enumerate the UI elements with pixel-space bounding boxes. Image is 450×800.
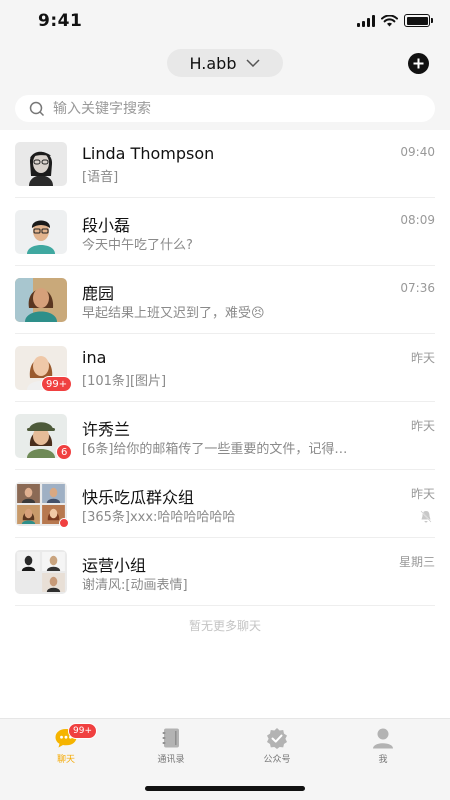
group-avatar-grid [15,550,67,594]
group-avatar [15,482,69,528]
member-photo [42,573,65,592]
verified-badge-icon [267,728,287,749]
tab-label: 我 [378,755,388,765]
list-end-text: 暂无更多聊天 [188,619,261,633]
member-photo [17,552,40,571]
chat-name: ina [82,348,107,367]
contacts-book-icon [162,728,179,748]
chat-time: 昨天 [410,419,435,433]
person-icon [373,728,393,749]
chat-item[interactable]: 99+ ina [101条][图片] 昨天 [0,334,450,402]
avatar [15,210,67,254]
chat-name: 鹿园 [82,284,115,303]
avatar [15,142,67,186]
battery-icon [404,14,433,27]
chat-preview: 早起结果上班又迟到了，难受😣 [82,306,265,321]
avatar [15,278,67,322]
chat-preview: [6条]给你的邮箱传了一些重要的文件，记得… [82,442,348,457]
member-photo [42,552,65,571]
tab-unread-badge: 99+ [68,723,97,739]
unread-badge: 6 [56,444,73,460]
chat-time: 08:09 [400,213,435,227]
chat-item[interactable]: 6 许秀兰 [6条]给你的邮箱传了一些重要的文件，记得… 昨天 [0,402,450,470]
home-indicator[interactable] [145,786,305,791]
tab-label: 通讯录 [157,755,185,765]
chat-time: 星期三 [398,555,435,569]
tab-label: 聊天 [56,755,75,765]
chat-time: 09:40 [400,145,435,159]
avatar: 6 [15,414,73,460]
chat-item[interactable]: 运营小组 谢清风:[动画表情] 星期三 [0,538,450,606]
chat-time: 昨天 [410,487,435,501]
status-icons [357,14,433,27]
chat-preview: 谢清风:[动画表情] [82,578,188,593]
chat-list: Linda Thompson [语音] 09:40 段小磊 今天中午吃了什么? … [0,130,450,718]
member-photo [17,573,40,592]
header: H.abb [0,44,450,84]
avatar: 99+ [15,346,73,392]
member-photo [17,484,40,503]
member-photo [17,505,40,524]
tab-label: 公众号 [263,755,291,765]
tab-chats[interactable]: 聊天 99+ [36,723,97,767]
plus-icon [413,58,424,69]
chat-preview: [101条][图片] [82,374,167,389]
chat-time: 07:36 [400,281,435,295]
chat-item[interactable]: Linda Thompson [语音] 09:40 [0,130,450,198]
status-time: 9:41 [38,11,83,31]
chat-name: 运营小组 [82,556,147,575]
chat-name: 许秀兰 [82,420,131,439]
status-bar: 9:41 [0,0,450,44]
search-bar[interactable] [15,95,435,122]
mute-bell-icon [420,510,432,523]
chat-time: 昨天 [410,351,435,365]
group-avatar [15,550,67,594]
chat-preview: 今天中午吃了什么? [82,238,193,253]
account-name: H.abb [189,53,237,73]
chat-item[interactable]: 快乐吃瓜群众组 [365条]xxx:哈哈哈哈哈哈 昨天 [0,470,450,538]
chat-preview: [365条]xxx:哈哈哈哈哈哈 [82,510,236,525]
contact-photo [15,210,67,254]
unread-badge: 99+ [41,376,73,392]
tab-me[interactable]: 我 [353,727,413,767]
add-button[interactable] [408,53,429,74]
contact-photo [15,278,67,322]
chat-item[interactable]: 段小磊 今天中午吃了什么? 08:09 [0,198,450,266]
chat-name: 快乐吃瓜群众组 [82,488,195,507]
account-switcher-button[interactable]: H.abb [167,49,283,77]
contact-photo [15,142,67,186]
divider [15,605,435,606]
tab-contacts[interactable]: 通讯录 [141,727,201,767]
member-photo [42,484,65,503]
cellular-signal-icon [357,14,375,27]
chat-item[interactable]: 鹿园 早起结果上班又迟到了，难受😣 07:36 [0,266,450,334]
chat-name: 段小磊 [82,216,131,235]
chat-preview: [语音] [82,170,119,185]
tab-official-accounts[interactable]: 公众号 [247,727,307,767]
chat-name: Linda Thompson [82,144,215,163]
wifi-icon [381,14,398,26]
search-input[interactable] [53,100,393,117]
unread-dot [59,518,69,528]
chevron-down-icon [246,59,260,67]
search-icon [29,101,45,116]
